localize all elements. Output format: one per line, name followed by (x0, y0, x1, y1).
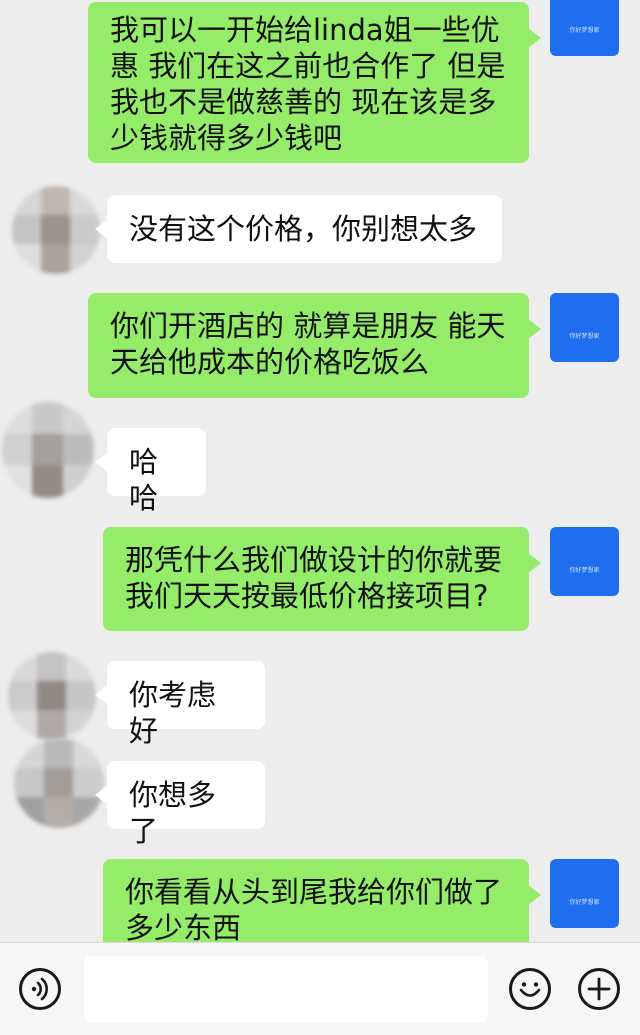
self-avatar[interactable]: 你好梦想家 (550, 527, 619, 596)
voice-icon[interactable] (19, 968, 61, 1010)
self-avatar-caption: 你好梦想家 (569, 899, 600, 906)
self-avatar[interactable]: 你好梦想家 (550, 859, 619, 928)
self-avatar[interactable]: 你好梦想家 (550, 0, 619, 56)
contact-avatar[interactable] (14, 738, 104, 828)
self-avatar-caption: 你好梦想家 (569, 333, 600, 340)
emoji-icon[interactable] (509, 968, 551, 1010)
message-bubble-incoming[interactable]: 哈哈 (95, 428, 206, 515)
message-bubble-incoming[interactable]: 你考虑好 (95, 661, 265, 748)
chat-message-list[interactable]: 我可以一开始给linda姐一些优 惠 我们在这之前也合作了 但是 我也不是做慈善… (0, 0, 640, 942)
message-bubble-outgoing[interactable]: 你看看从头到尾我给你们做了 多少东西 (103, 859, 541, 942)
self-avatar[interactable]: 你好梦想家 (550, 293, 619, 362)
message-bubble-outgoing[interactable]: 你们开酒店的 就算是朋友 能天 天给他成本的价格吃饭么 (88, 293, 541, 398)
plus-icon[interactable] (578, 968, 620, 1010)
message-bubble-incoming[interactable]: 没有这个价格，你别想太多 (95, 195, 502, 263)
message-input[interactable] (84, 956, 488, 1022)
message-bubble-outgoing[interactable]: 我可以一开始给linda姐一些优 惠 我们在这之前也合作了 但是 我也不是做慈善… (88, 2, 541, 163)
contact-avatar[interactable] (2, 402, 94, 498)
contact-avatar[interactable] (8, 652, 96, 740)
self-avatar-caption: 你好梦想家 (569, 567, 600, 574)
self-avatar-caption: 你好梦想家 (569, 27, 600, 34)
contact-avatar[interactable] (12, 186, 100, 274)
message-bubble-outgoing[interactable]: 那凭什么我们做设计的你就要 我们天天按最低价格接项目? (103, 527, 541, 631)
chat-input-bar (0, 942, 640, 1035)
message-bubble-incoming[interactable]: 你想多了 (95, 761, 265, 848)
